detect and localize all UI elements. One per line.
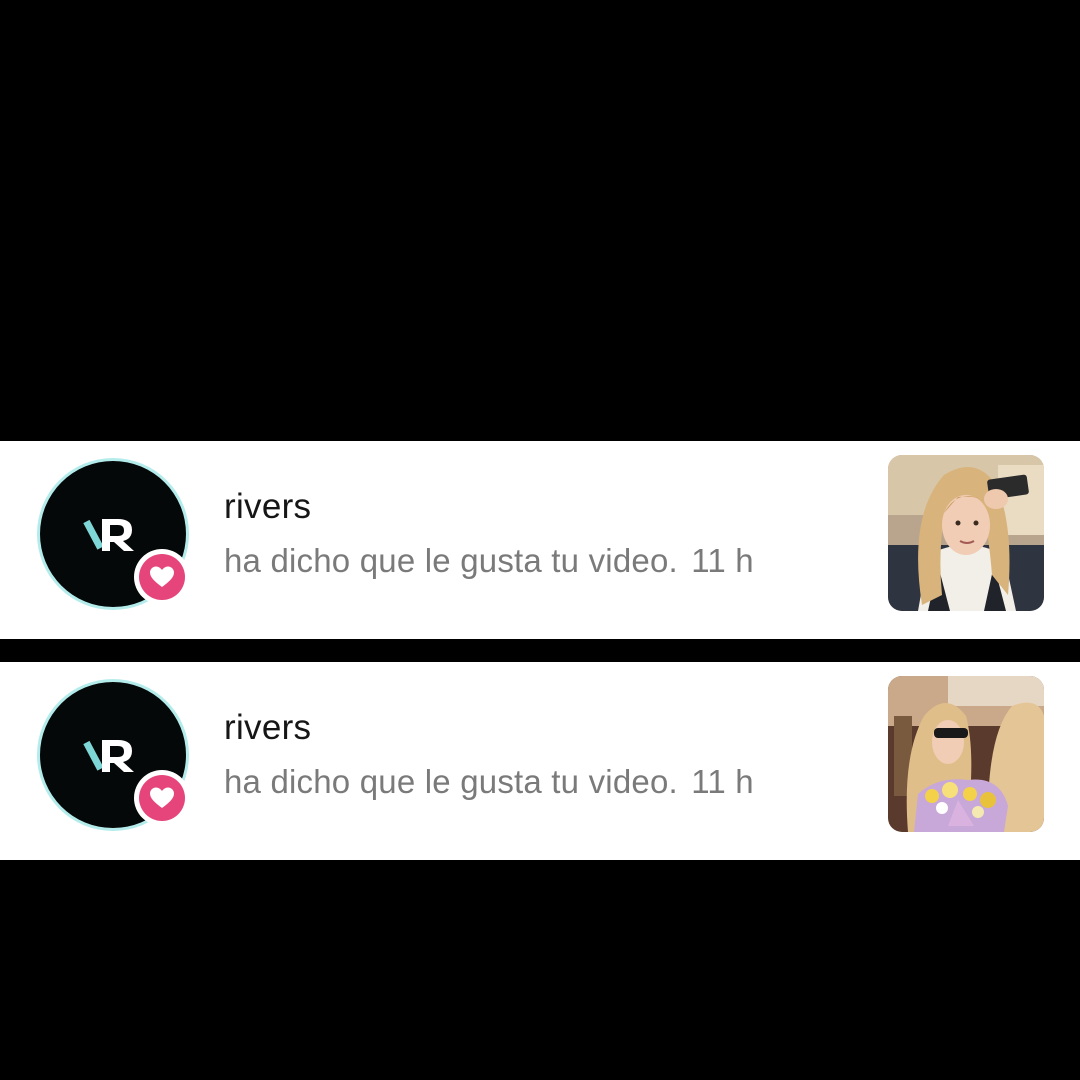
notification-item[interactable]: rivers ha dicho que le gusta tu video. 1… (0, 441, 1080, 639)
video-thumbnail[interactable] (888, 676, 1044, 832)
avatar[interactable] (40, 682, 190, 832)
notification-text: ha dicho que le gusta tu video. 11 h (224, 542, 754, 580)
message-text: ha dicho que le gusta tu video. (224, 763, 678, 800)
message-text: ha dicho que le gusta tu video. (224, 542, 678, 579)
timestamp: 11 h (691, 542, 754, 579)
like-badge (134, 549, 190, 605)
heart-icon (150, 787, 174, 808)
username[interactable]: rivers (224, 487, 311, 527)
video-thumbnail[interactable] (888, 455, 1044, 611)
heart-icon (150, 566, 174, 587)
username[interactable]: rivers (224, 708, 311, 748)
like-badge (134, 770, 190, 826)
avatar[interactable] (40, 461, 190, 611)
notification-text: ha dicho que le gusta tu video. 11 h (224, 763, 754, 801)
notification-item[interactable]: rivers ha dicho que le gusta tu video. 1… (0, 662, 1080, 860)
timestamp: 11 h (691, 763, 754, 800)
